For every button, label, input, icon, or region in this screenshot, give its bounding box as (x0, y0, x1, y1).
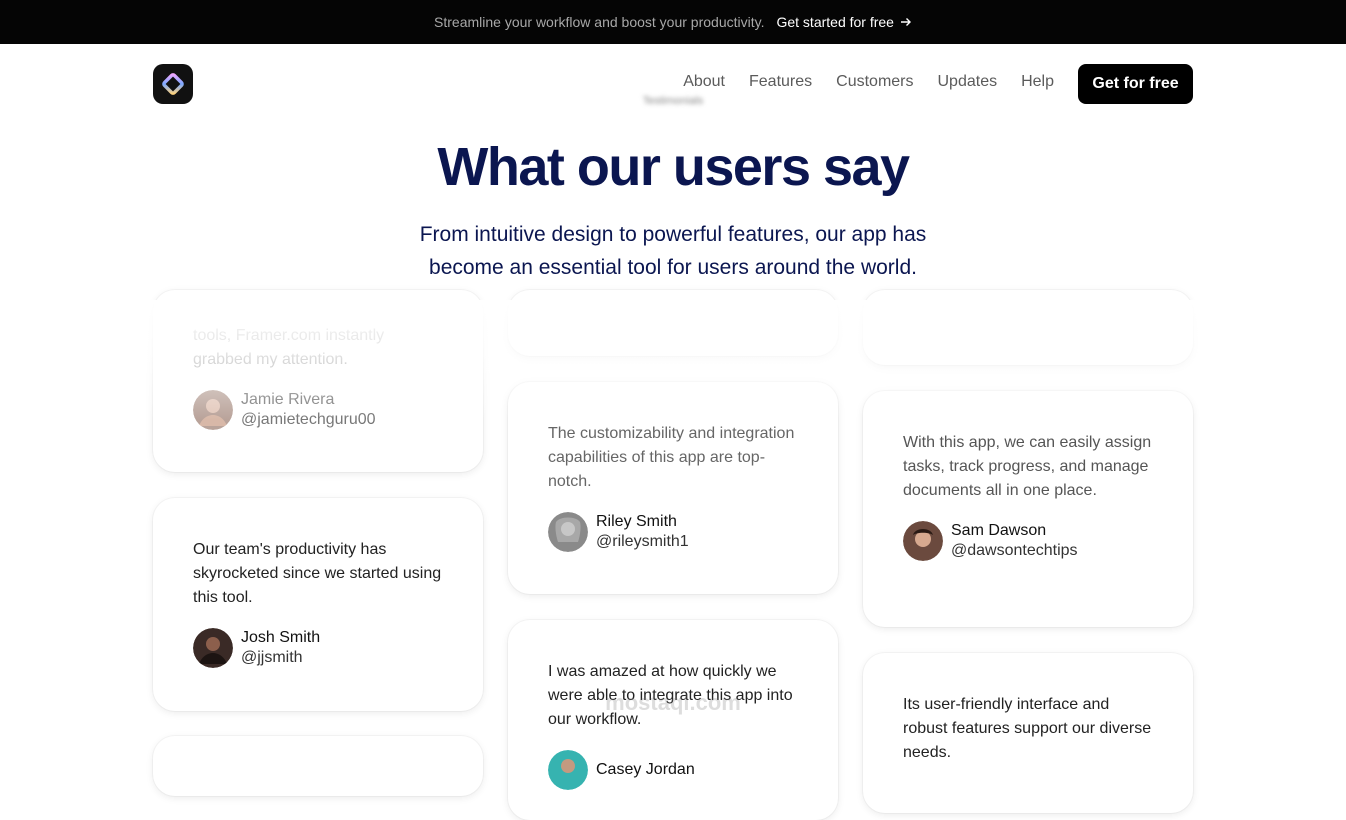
announcement-text: Streamline your workflow and boost your … (434, 14, 765, 30)
author-name: Josh Smith (241, 629, 321, 646)
testimonial-card: I was amazed at how quickly we were able… (508, 620, 838, 820)
get-started-link[interactable]: Get started for free (776, 14, 912, 30)
logo-diamond-icon (162, 73, 184, 95)
testimonial-card: With this app, we can easily assign task… (863, 391, 1193, 627)
main-nav: About Features Customers Updates Help Ge… (0, 44, 1346, 124)
testimonial-card: Our team's productivity has skyrocketed … (153, 498, 483, 711)
nav-link-customers[interactable]: Customers (836, 73, 913, 91)
nav-link-features[interactable]: Features (749, 73, 812, 91)
page-title: What our users say (437, 137, 910, 197)
testimonial-quote: The customizability and integration capa… (548, 425, 795, 490)
testimonial-card: Its user-friendly interface and robust f… (863, 653, 1193, 813)
avatar (903, 521, 943, 561)
testimonial-quote: tools, Framer.com instantly grabbed my a… (193, 327, 385, 368)
author-name: Jamie Rivera (241, 391, 335, 408)
testimonial-author: Sam Dawson @dawsontechtips (903, 521, 1153, 561)
section-eyebrow: Testimonials (642, 95, 704, 107)
avatar (193, 390, 233, 430)
testimonial-card (153, 736, 483, 796)
nav-links: About Features Customers Updates Help (683, 73, 1054, 91)
arrow-right-icon (900, 18, 911, 26)
testimonial-card (863, 290, 1193, 365)
testimonial-card: The customizability and integration capa… (508, 382, 838, 594)
get-started-label: Get started for free (776, 14, 894, 30)
author-handle: @jjsmith (241, 649, 303, 666)
author-name: Sam Dawson (951, 522, 1047, 539)
testimonial-quote: Our team's productivity has skyrocketed … (193, 541, 442, 606)
nav-link-about[interactable]: About (683, 73, 725, 91)
testimonial-author: Jamie Rivera @jamietechguru00 (193, 390, 443, 430)
avatar (193, 628, 233, 668)
testimonial-quote: Its user-friendly interface and robust f… (903, 696, 1152, 761)
testimonial-quote: I was amazed at how quickly we were able… (548, 663, 793, 728)
testimonial-card: tools, Framer.com instantly grabbed my a… (153, 290, 483, 472)
author-name: Casey Jordan (596, 761, 695, 778)
testimonial-quote: With this app, we can easily assign task… (903, 434, 1152, 499)
author-handle: @dawsontechtips (951, 542, 1078, 559)
nav-link-help[interactable]: Help (1021, 73, 1054, 91)
avatar (548, 750, 588, 790)
avatar (548, 512, 588, 552)
testimonial-author: Josh Smith @jjsmith (193, 628, 443, 668)
announcement-bar: Streamline your workflow and boost your … (0, 0, 1346, 44)
testimonial-card (508, 290, 838, 356)
author-name: Riley Smith (596, 513, 677, 530)
nav-link-updates[interactable]: Updates (938, 73, 998, 91)
author-handle: @rileysmith1 (596, 533, 689, 550)
testimonial-author: Riley Smith @rileysmith1 (548, 512, 798, 552)
page-subtitle: From intuitive design to powerful featur… (419, 223, 927, 279)
author-handle: @jamietechguru00 (241, 411, 376, 428)
testimonial-author: Casey Jordan (548, 750, 798, 790)
